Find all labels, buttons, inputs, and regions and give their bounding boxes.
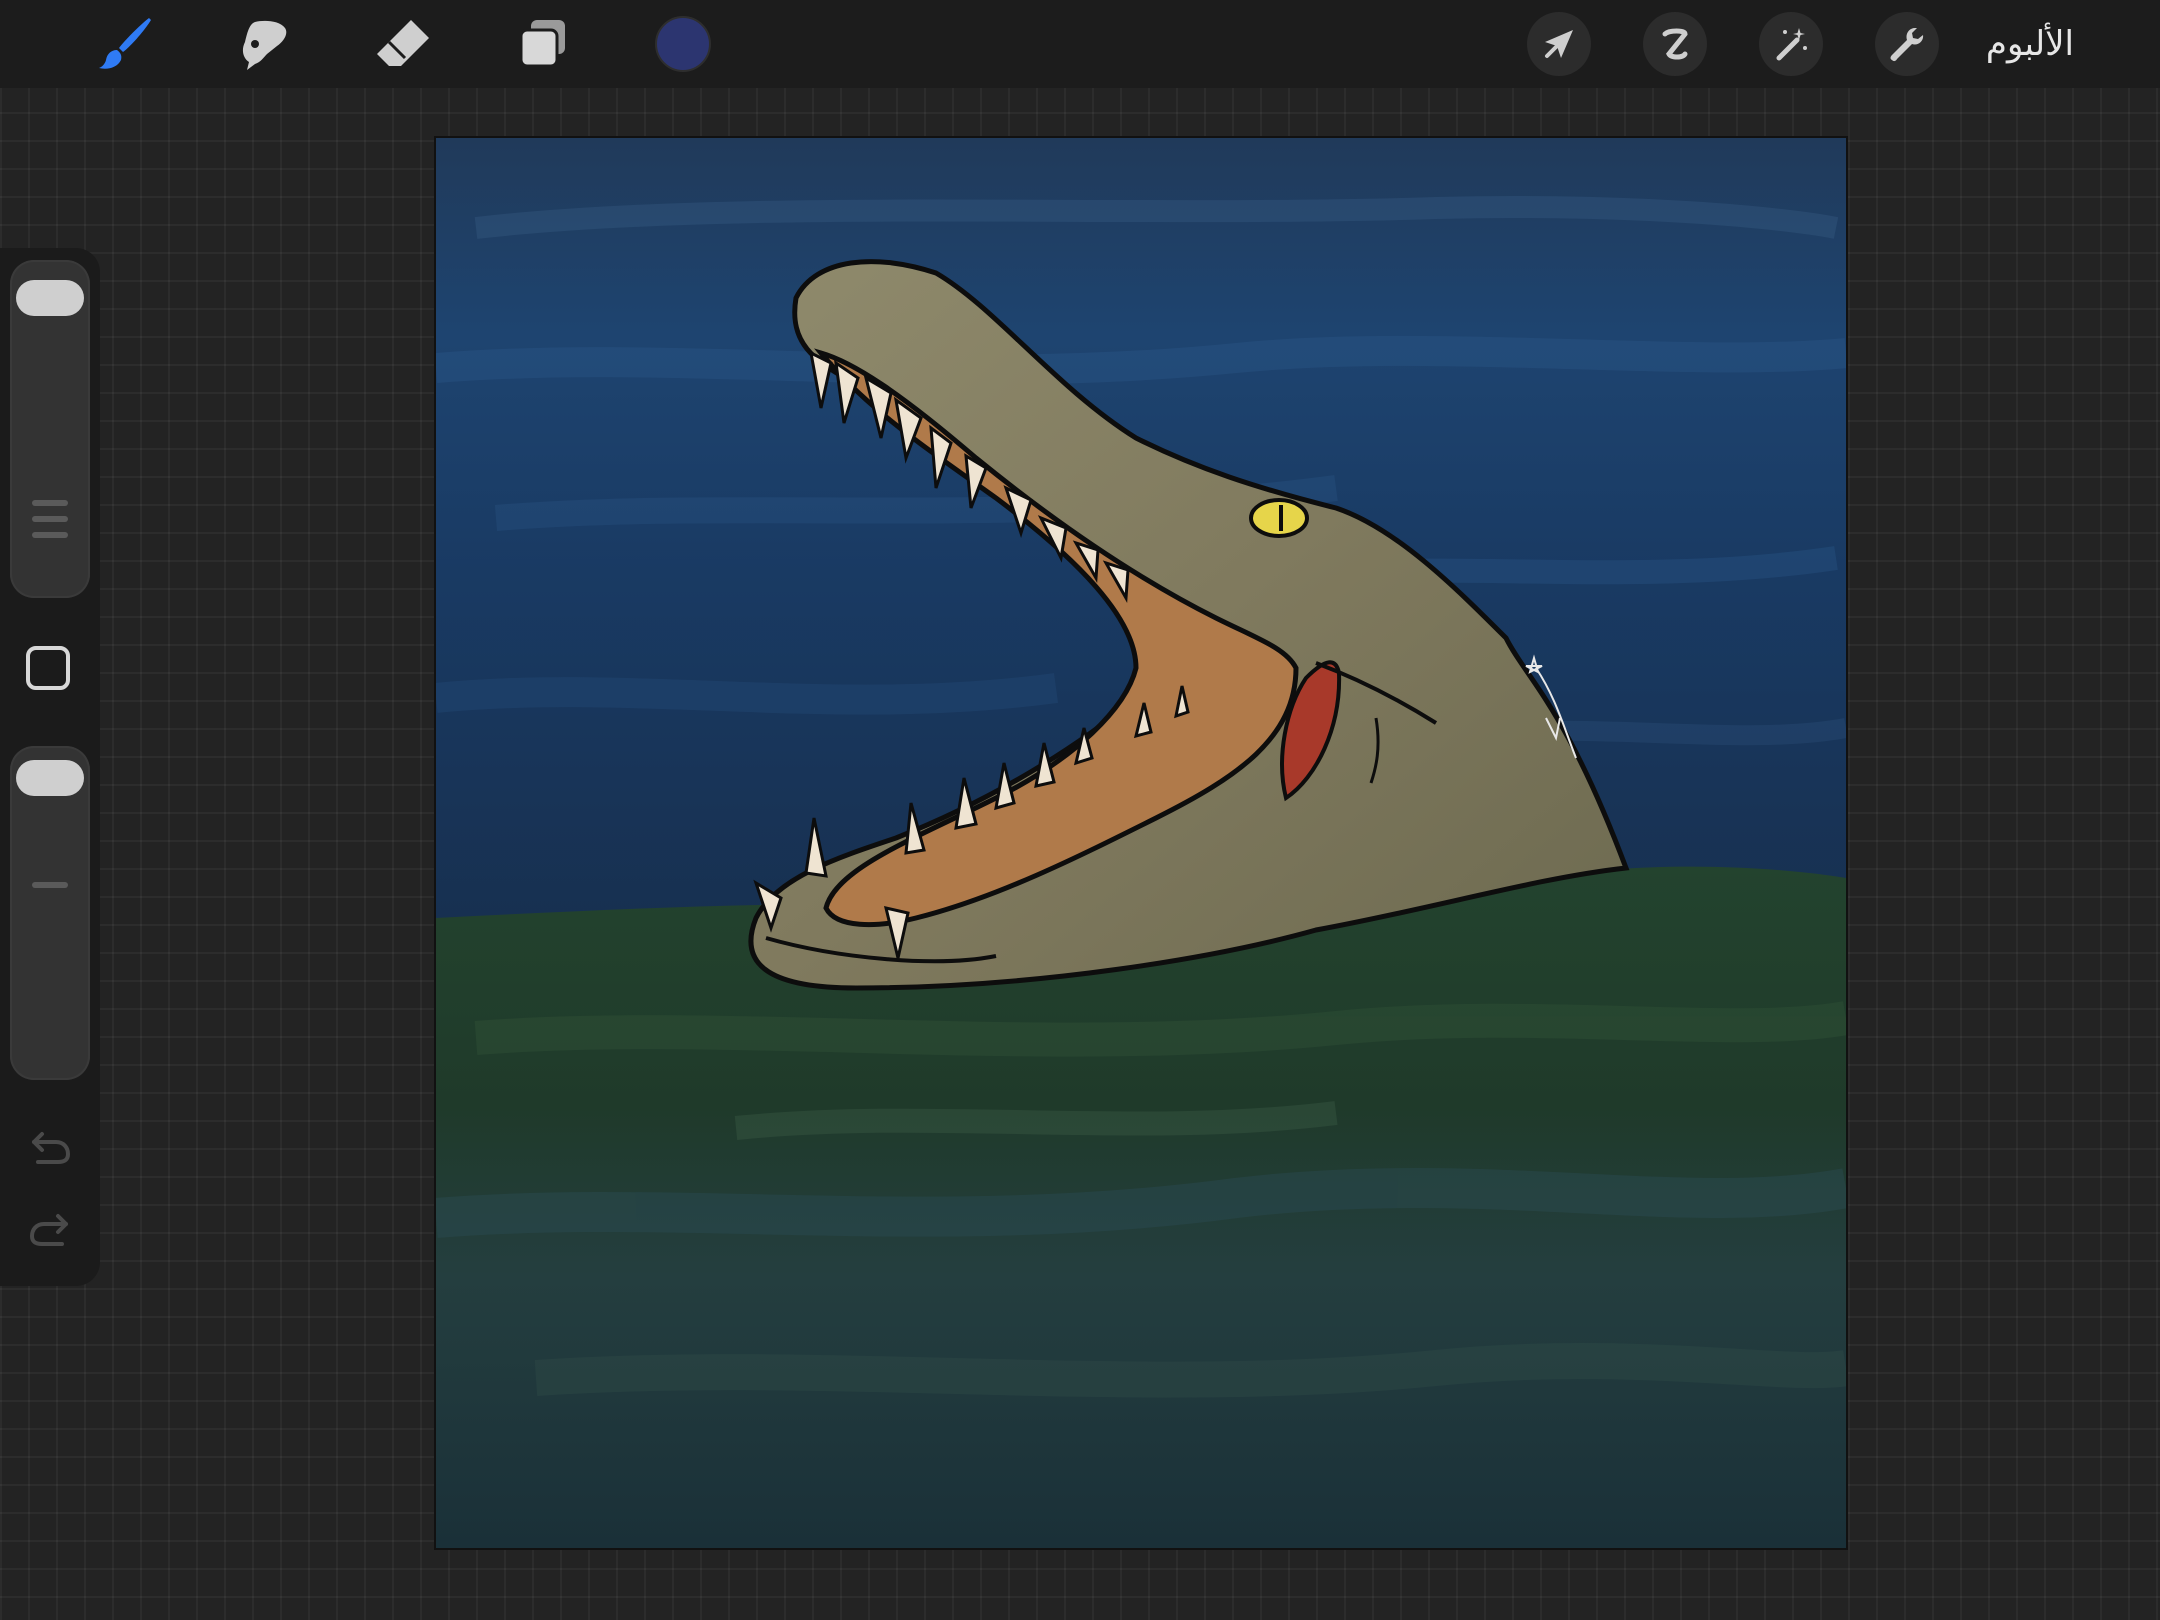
layers-icon [519, 20, 565, 68]
slider-tick [32, 532, 68, 538]
brush-tool-button[interactable] [95, 14, 155, 74]
magic-wand-icon [1776, 28, 1807, 61]
undo-icon [32, 1132, 71, 1164]
drawing-canvas[interactable] [434, 136, 1848, 1550]
arrow-cursor-icon [1545, 30, 1573, 58]
redo-icon [29, 1214, 68, 1246]
smudge-tool-button[interactable] [233, 14, 293, 74]
undo-button[interactable] [26, 1128, 74, 1168]
transform-tool-button[interactable] [1527, 12, 1591, 76]
eraser-tool-button[interactable] [373, 14, 433, 74]
eraser-icon [377, 20, 429, 66]
smudge-icon [242, 20, 287, 70]
actions-tool-button[interactable] [1875, 12, 1939, 76]
brush-size-knob[interactable] [16, 280, 84, 316]
redo-button[interactable] [26, 1210, 74, 1250]
selection-tool-button[interactable] [1643, 12, 1707, 76]
layers-tool-button[interactable] [513, 14, 573, 74]
color-swatch-button[interactable] [655, 16, 711, 72]
selection-s-icon [1662, 28, 1688, 60]
slider-tick [32, 882, 68, 888]
brush-size-slider[interactable] [10, 260, 90, 598]
adjustments-tool-button[interactable] [1759, 12, 1823, 76]
slider-tick [32, 516, 68, 522]
modify-button[interactable] [26, 646, 70, 690]
gallery-button[interactable]: الألبوم [1986, 20, 2074, 68]
opacity-slider[interactable] [10, 746, 90, 1080]
opacity-knob[interactable] [16, 760, 84, 796]
crocodile-painting [436, 138, 1846, 1548]
left-sidebar [0, 248, 100, 1286]
wrench-icon [1890, 28, 1924, 62]
slider-tick [32, 500, 68, 506]
brush-icon [99, 18, 151, 69]
top-toolbar: الألبوم [0, 0, 2160, 88]
